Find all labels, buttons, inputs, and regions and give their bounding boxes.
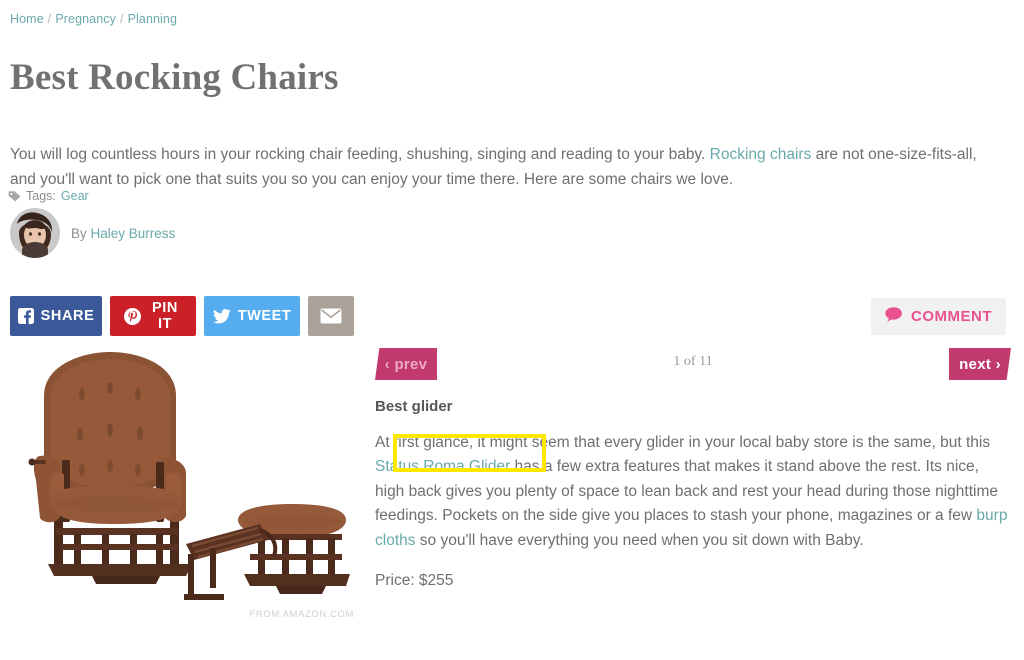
gallery-nav: ‹ prev 1 of 11 next › bbox=[375, 348, 1011, 388]
tags-row: Tags: Gear bbox=[8, 189, 89, 203]
item-text-a: At first glance, it might seem that ever… bbox=[375, 433, 991, 451]
gallery-detail: ‹ prev 1 of 11 next › Best glider At fir… bbox=[375, 348, 1011, 593]
avatar bbox=[10, 208, 60, 258]
status-roma-glider-link[interactable]: Status Roma Glider bbox=[375, 458, 510, 475]
next-button[interactable]: next › bbox=[949, 348, 1011, 380]
comment-bubble-icon bbox=[885, 307, 903, 326]
share-email-button[interactable] bbox=[308, 296, 354, 336]
article-summary: You will log countless hours in your roc… bbox=[10, 142, 1005, 192]
share-facebook-label: SHARE bbox=[40, 308, 95, 324]
item-title: Best glider bbox=[375, 398, 453, 415]
byline: By Haley Burress bbox=[10, 208, 175, 258]
pinterest-icon bbox=[124, 307, 141, 325]
comment-button[interactable]: COMMENT bbox=[871, 298, 1006, 335]
tags-label: Tags: bbox=[26, 189, 56, 203]
item-text-c: so you'll have everything you need when … bbox=[415, 531, 864, 549]
item-price: Price: $255 bbox=[375, 571, 454, 589]
byline-text: By Haley Burress bbox=[71, 226, 175, 241]
product-image-pane: FROM AMAZON.COM bbox=[10, 348, 362, 648]
image-credit: FROM AMAZON.COM bbox=[249, 609, 354, 620]
share-pinterest-label: PIN IT bbox=[152, 300, 178, 332]
byline-prefix: By bbox=[71, 225, 87, 241]
share-buttons: SHARE PIN IT TWEET bbox=[10, 296, 354, 336]
next-label: next bbox=[959, 355, 992, 373]
breadcrumb: Home / Pregnancy / Planning bbox=[10, 12, 177, 26]
article-page: Home / Pregnancy / Planning Best Rocking Cha… bbox=[0, 0, 1024, 660]
author-link[interactable]: Haley Burress bbox=[91, 226, 176, 241]
share-twitter-button[interactable]: TWEET bbox=[204, 296, 300, 336]
summary-text-part1: You will log countless hours in your roc… bbox=[10, 145, 710, 163]
breadcrumb-item-planning[interactable]: Planning bbox=[128, 12, 177, 26]
tag-gear-link[interactable]: Gear bbox=[61, 189, 89, 203]
twitter-icon bbox=[212, 308, 231, 324]
tag-icon bbox=[8, 190, 21, 202]
envelope-icon bbox=[320, 308, 342, 324]
slide-counter: 1 of 11 bbox=[673, 354, 713, 369]
share-facebook-button[interactable]: SHARE bbox=[10, 296, 102, 336]
page-title: Best Rocking Chairs bbox=[10, 57, 339, 98]
share-pinterest-button[interactable]: PIN IT bbox=[110, 296, 196, 336]
rocking-chairs-link[interactable]: Rocking chairs bbox=[710, 146, 812, 163]
item-description: At first glance, it might seem that ever… bbox=[375, 431, 1011, 554]
chevron-right-icon: › bbox=[995, 355, 1001, 373]
breadcrumb-item-pregnancy[interactable]: Pregnancy bbox=[55, 12, 116, 26]
breadcrumb-separator: / bbox=[120, 12, 124, 26]
share-twitter-label: TWEET bbox=[237, 308, 292, 324]
product-image bbox=[10, 348, 362, 623]
breadcrumb-separator: / bbox=[47, 12, 52, 26]
breadcrumb-item-home[interactable]: Home bbox=[10, 12, 44, 26]
facebook-icon bbox=[17, 308, 34, 324]
comment-label: COMMENT bbox=[911, 308, 992, 325]
